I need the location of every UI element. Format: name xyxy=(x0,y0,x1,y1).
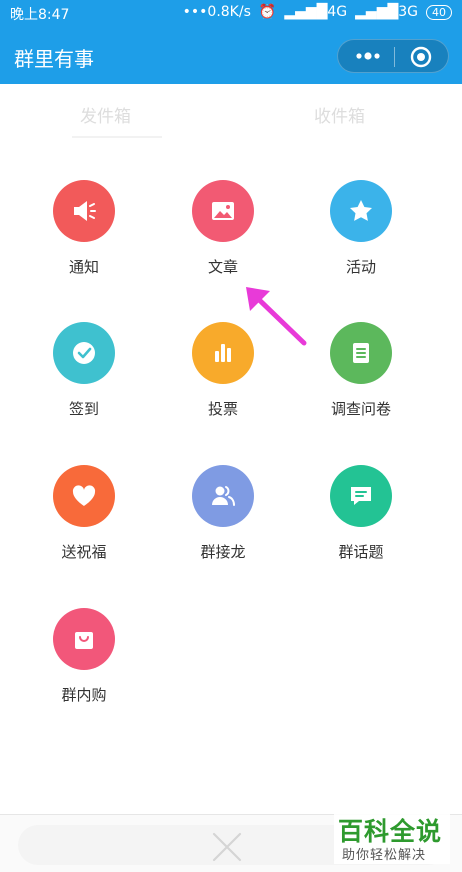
menu-item-label: 送祝福 xyxy=(61,543,107,561)
check-icon xyxy=(53,322,115,384)
more-dots-icon[interactable] xyxy=(354,49,382,63)
menu-item-activity[interactable]: 活动 xyxy=(301,180,421,277)
tab-outbox[interactable]: 发件箱 xyxy=(80,102,131,127)
watermark-brand: 百科全说 xyxy=(338,817,443,846)
mini-program-capsule xyxy=(337,39,449,73)
status-time: 晚上8:47 xyxy=(10,7,70,23)
close-icon[interactable] xyxy=(210,830,244,864)
signal-bars-icon: ▂▄▆█ xyxy=(284,4,328,20)
signal-bars-icon: ▂▄▆█ xyxy=(355,4,399,20)
menu-item-relay[interactable]: 群接龙 xyxy=(163,465,283,562)
menu-item-label: 活动 xyxy=(345,258,376,276)
menu-item-label: 文章 xyxy=(207,258,238,276)
menu-item-label: 投票 xyxy=(207,400,238,418)
menu-item-checkin[interactable]: 签到 xyxy=(24,322,144,419)
app-bar: 群里有事 xyxy=(0,26,462,84)
menu-item-survey[interactable]: 调查问卷 xyxy=(301,322,421,419)
tab-inbox[interactable]: 收件箱 xyxy=(314,102,365,127)
capsule-divider xyxy=(394,47,395,67)
alarm-icon: ⏰ xyxy=(258,4,277,20)
menu-item-label: 群内购 xyxy=(61,686,107,704)
menu-item-label: 签到 xyxy=(68,400,99,418)
star-icon xyxy=(330,180,392,242)
watermark: 百科全说 助你轻松解决 xyxy=(334,812,450,864)
chat-icon xyxy=(330,465,392,527)
document-icon xyxy=(330,322,392,384)
signal-3g: ▂▄▆█3G xyxy=(355,4,418,20)
tab-bar: 发件箱 收件箱 xyxy=(0,84,462,142)
tab-indicator xyxy=(72,136,162,138)
menu-item-label: 群话题 xyxy=(338,543,384,561)
menu-item-notice[interactable]: 通知 xyxy=(24,180,144,277)
people-icon xyxy=(192,465,254,527)
signal-4g: ▂▄▆█4G xyxy=(284,4,348,20)
menu-item-label: 通知 xyxy=(68,258,99,276)
battery-icon: 40 xyxy=(426,4,452,20)
menu-item-article[interactable]: 文章 xyxy=(163,180,283,277)
menu-item-label: 群接龙 xyxy=(200,543,246,561)
watermark-tagline: 助你轻松解决 xyxy=(342,848,427,863)
annotation-arrow-icon xyxy=(246,287,307,346)
menu-item-blessing[interactable]: 送祝福 xyxy=(24,465,144,562)
close-mini-program-icon[interactable] xyxy=(410,46,432,68)
menu-item-group-buy[interactable]: 群内购 xyxy=(24,608,144,705)
menu-item-topic[interactable]: 群话题 xyxy=(301,465,421,562)
status-indicators: •••0.8K/s ⏰ ▂▄▆█4G ▂▄▆█3G 40 xyxy=(183,4,452,20)
menu-item-label: 调查问卷 xyxy=(330,400,391,418)
image-icon xyxy=(192,180,254,242)
page-title: 群里有事 xyxy=(14,47,94,71)
shopping-bag-icon xyxy=(53,608,115,670)
heart-icon xyxy=(53,465,115,527)
megaphone-icon xyxy=(53,180,115,242)
network-speed: •••0.8K/s xyxy=(182,4,251,20)
status-bar: 晚上8:47 •••0.8K/s ⏰ ▂▄▆█4G ▂▄▆█3G 40 xyxy=(0,0,462,26)
